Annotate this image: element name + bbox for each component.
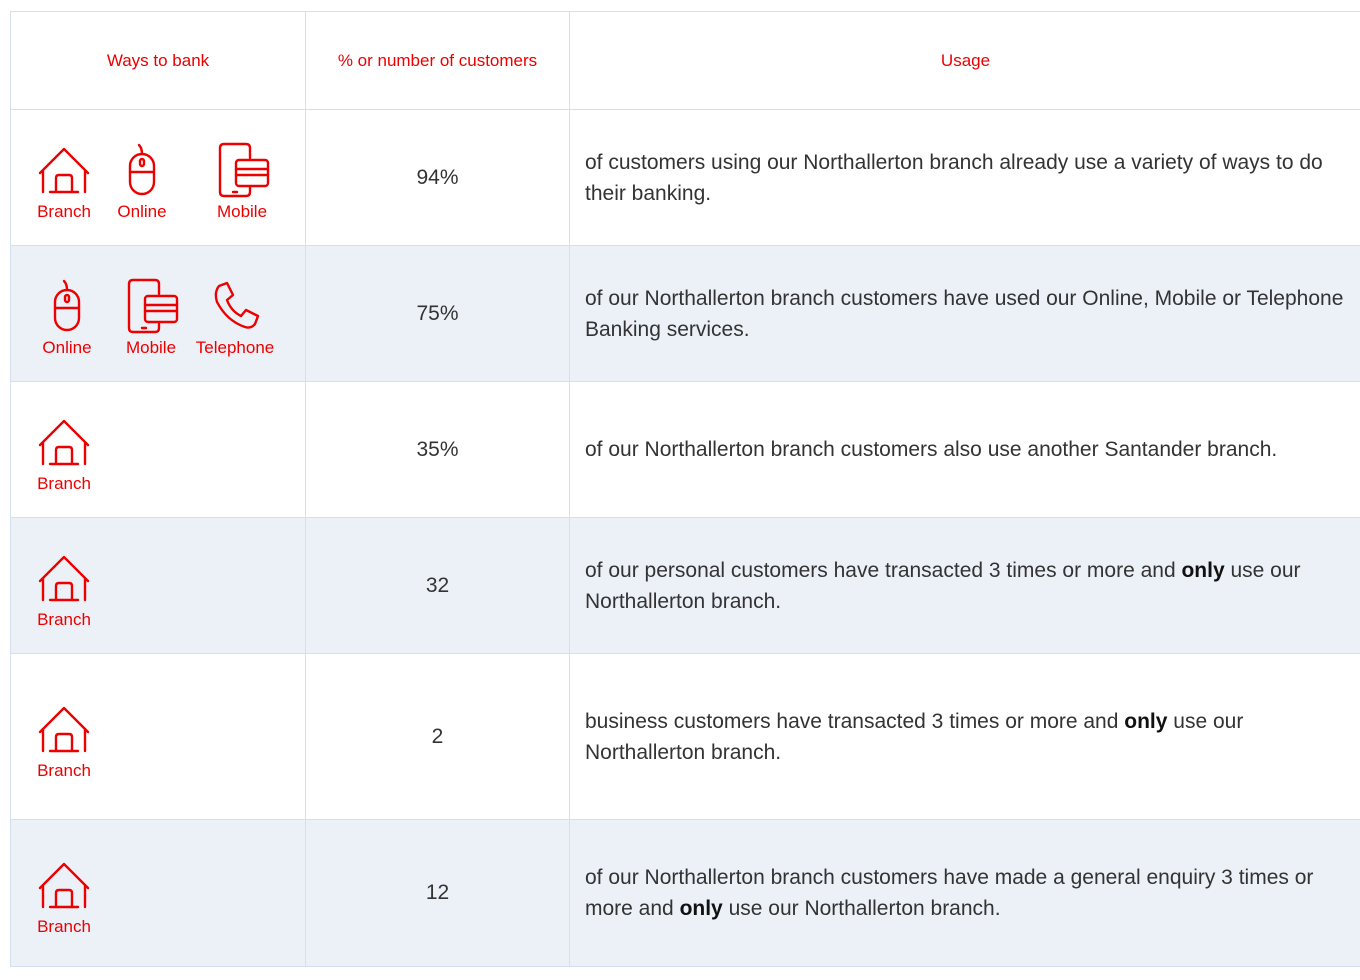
channel-branch: Branch bbox=[25, 140, 103, 222]
usage-cell: of our Northallerton branch customers ha… bbox=[570, 820, 1360, 966]
usage-cell: business customers have transacted 3 tim… bbox=[570, 654, 1360, 819]
channel-telephone: Telephone bbox=[193, 276, 277, 358]
channel-icons: Branch bbox=[11, 849, 103, 937]
usage-cell: of customers using our Northallerton bra… bbox=[570, 110, 1360, 245]
customer-value: 35% bbox=[416, 437, 459, 461]
ways-to-bank-cell: Branch Online Mobile bbox=[11, 110, 306, 245]
table-row: Branch 32 of our personal customers have t… bbox=[11, 518, 1360, 654]
channel-icons: Branch bbox=[11, 406, 103, 494]
usage-segment: of our Northallerton branch customers al… bbox=[585, 438, 1278, 461]
ways-to-bank-cell: Online Mobile Telephone bbox=[11, 246, 306, 381]
table-row: Branch 35% of our Northallerton branch cus… bbox=[11, 382, 1360, 518]
channel-label: Telephone bbox=[195, 337, 275, 357]
usage-text: business customers have transacted 3 tim… bbox=[570, 706, 1360, 768]
customer-value: 12 bbox=[425, 881, 450, 904]
usage-segment: of our Northallerton branch customers ha… bbox=[585, 286, 1344, 341]
channel-branch: Branch bbox=[25, 548, 103, 630]
channel-mobile: Mobile bbox=[109, 276, 193, 358]
usage-text: of our Northallerton branch customers ha… bbox=[570, 283, 1360, 345]
mouse-icon bbox=[128, 143, 156, 195]
usage-text: of our Northallerton branch customers al… bbox=[570, 434, 1285, 465]
usage-segment: of our personal customers have transacte… bbox=[585, 558, 1182, 582]
channel-branch: Branch bbox=[25, 412, 103, 494]
channel-label: Online bbox=[117, 201, 167, 221]
mobile-card-icon bbox=[127, 278, 179, 333]
customers-cell: 94% bbox=[306, 110, 570, 245]
channel-label: Branch bbox=[37, 609, 91, 629]
table-row: Branch Online Mobile 94% of customers using … bbox=[11, 110, 1360, 246]
channel-online: Online bbox=[103, 140, 181, 222]
ways-to-bank-cell: Branch bbox=[11, 382, 306, 517]
house-icon bbox=[38, 706, 90, 752]
channel-label: Mobile bbox=[216, 201, 268, 221]
usage-emphasis: only bbox=[1124, 709, 1168, 733]
channel-online: Online bbox=[25, 276, 109, 358]
ways-to-bank-cell: Branch bbox=[11, 518, 306, 653]
usage-emphasis: only bbox=[1181, 558, 1225, 582]
ways-to-bank-cell: Branch bbox=[11, 820, 306, 966]
channel-mobile: Mobile bbox=[203, 140, 281, 222]
channel-icons: Branch Online Mobile bbox=[11, 134, 281, 222]
channel-label: Branch bbox=[37, 201, 91, 221]
house-icon bbox=[38, 862, 90, 909]
mobile-card-icon bbox=[218, 142, 270, 197]
channel-icons: Branch bbox=[11, 693, 103, 781]
customer-value: 94% bbox=[416, 165, 459, 189]
ways-to-bank-cell: Branch bbox=[11, 654, 306, 819]
usage-text: of our Northallerton branch customers ha… bbox=[570, 862, 1360, 924]
channel-icons: Branch bbox=[11, 542, 103, 630]
house-icon bbox=[38, 555, 90, 601]
header-usage: Usage bbox=[940, 50, 991, 70]
customer-value: 75% bbox=[416, 301, 459, 325]
usage-segment: use our Northallerton branch. bbox=[722, 897, 1001, 920]
channel-label: Online bbox=[42, 337, 92, 357]
table-row: Online Mobile Telephone 75% of our Northalle… bbox=[11, 246, 1360, 382]
mouse-icon bbox=[53, 279, 81, 331]
ways-to-bank-table: Ways to bank % or number of customers Us… bbox=[10, 11, 1360, 967]
customer-value: 2 bbox=[431, 724, 444, 748]
customers-cell: 12 bbox=[306, 820, 570, 966]
usage-segment: business customers have transacted 3 tim… bbox=[585, 709, 1125, 733]
channel-label: Branch bbox=[37, 917, 91, 936]
header-ways-to-bank: Ways to bank bbox=[11, 12, 306, 109]
channel-label: Branch bbox=[37, 473, 91, 493]
customers-cell: 2 bbox=[306, 654, 570, 819]
header-customers: % or number of customers bbox=[306, 12, 570, 109]
usage-text: of our personal customers have transacte… bbox=[570, 555, 1360, 617]
customers-cell: 75% bbox=[306, 246, 570, 381]
customers-cell: 35% bbox=[306, 382, 570, 517]
usage-text: of customers using our Northallerton bra… bbox=[570, 147, 1360, 209]
house-icon bbox=[38, 147, 90, 193]
usage-segment: of customers using our Northallerton bra… bbox=[585, 150, 1323, 205]
channel-icons: Online Mobile Telephone bbox=[11, 270, 277, 358]
usage-emphasis: only bbox=[679, 897, 723, 920]
table-header: Ways to bank % or number of customers Us… bbox=[11, 12, 1360, 110]
channel-label: Branch bbox=[37, 760, 91, 780]
customer-value: 32 bbox=[425, 573, 450, 597]
house-icon bbox=[38, 419, 90, 465]
channel-branch: Branch bbox=[25, 855, 103, 937]
usage-cell: of our Northallerton branch customers ha… bbox=[570, 246, 1360, 381]
table-row: Branch 2 business customers have transacte… bbox=[11, 654, 1360, 820]
phone-icon bbox=[214, 281, 260, 329]
table-row: Branch 12 of our Northallerton branch cust… bbox=[11, 820, 1360, 967]
channel-label: Mobile bbox=[125, 337, 177, 357]
usage-cell: of our personal customers have transacte… bbox=[570, 518, 1360, 653]
customers-cell: 32 bbox=[306, 518, 570, 653]
usage-cell: of our Northallerton branch customers al… bbox=[570, 382, 1360, 517]
channel-branch: Branch bbox=[25, 699, 103, 781]
